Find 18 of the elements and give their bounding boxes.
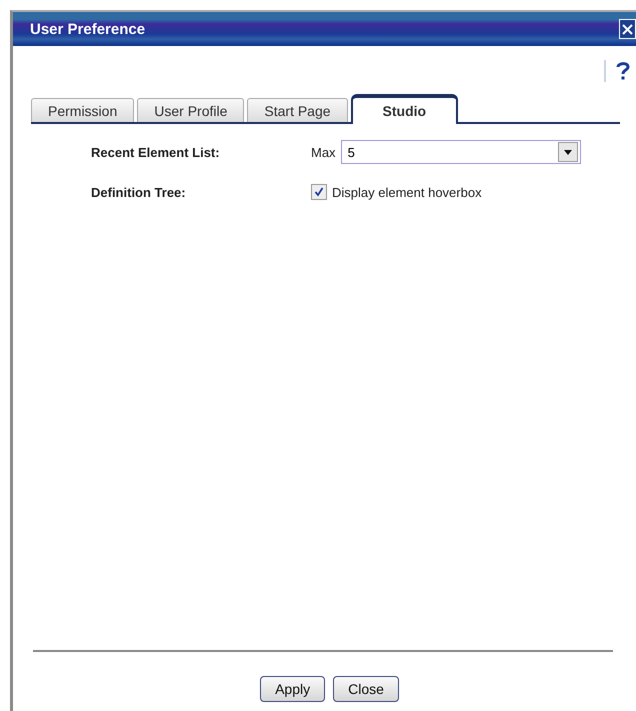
close-icon xyxy=(622,24,633,34)
setting-label: Recent Element List: xyxy=(91,144,221,160)
window-close-button[interactable] xyxy=(619,19,636,39)
tab[interactable]: Studio xyxy=(350,94,458,124)
close-button[interactable]: Close xyxy=(333,676,399,702)
checkbox-label: Display element hoverbox xyxy=(332,184,482,200)
tab[interactable]: User Profile xyxy=(137,98,244,122)
help-icon[interactable] xyxy=(616,61,630,81)
checkmark-icon xyxy=(314,187,324,197)
checkbox[interactable] xyxy=(311,184,327,200)
tab[interactable]: Start Page xyxy=(247,98,348,122)
dropdown-icon[interactable] xyxy=(558,142,578,162)
tab[interactable]: Permission xyxy=(31,98,134,122)
select-field[interactable]: 5 xyxy=(340,140,581,164)
select-prefix: Max xyxy=(311,144,336,160)
setting-label: Definition Tree: xyxy=(91,184,187,200)
window-title: User Preference xyxy=(29,20,146,38)
apply-button[interactable]: Apply xyxy=(260,676,326,702)
